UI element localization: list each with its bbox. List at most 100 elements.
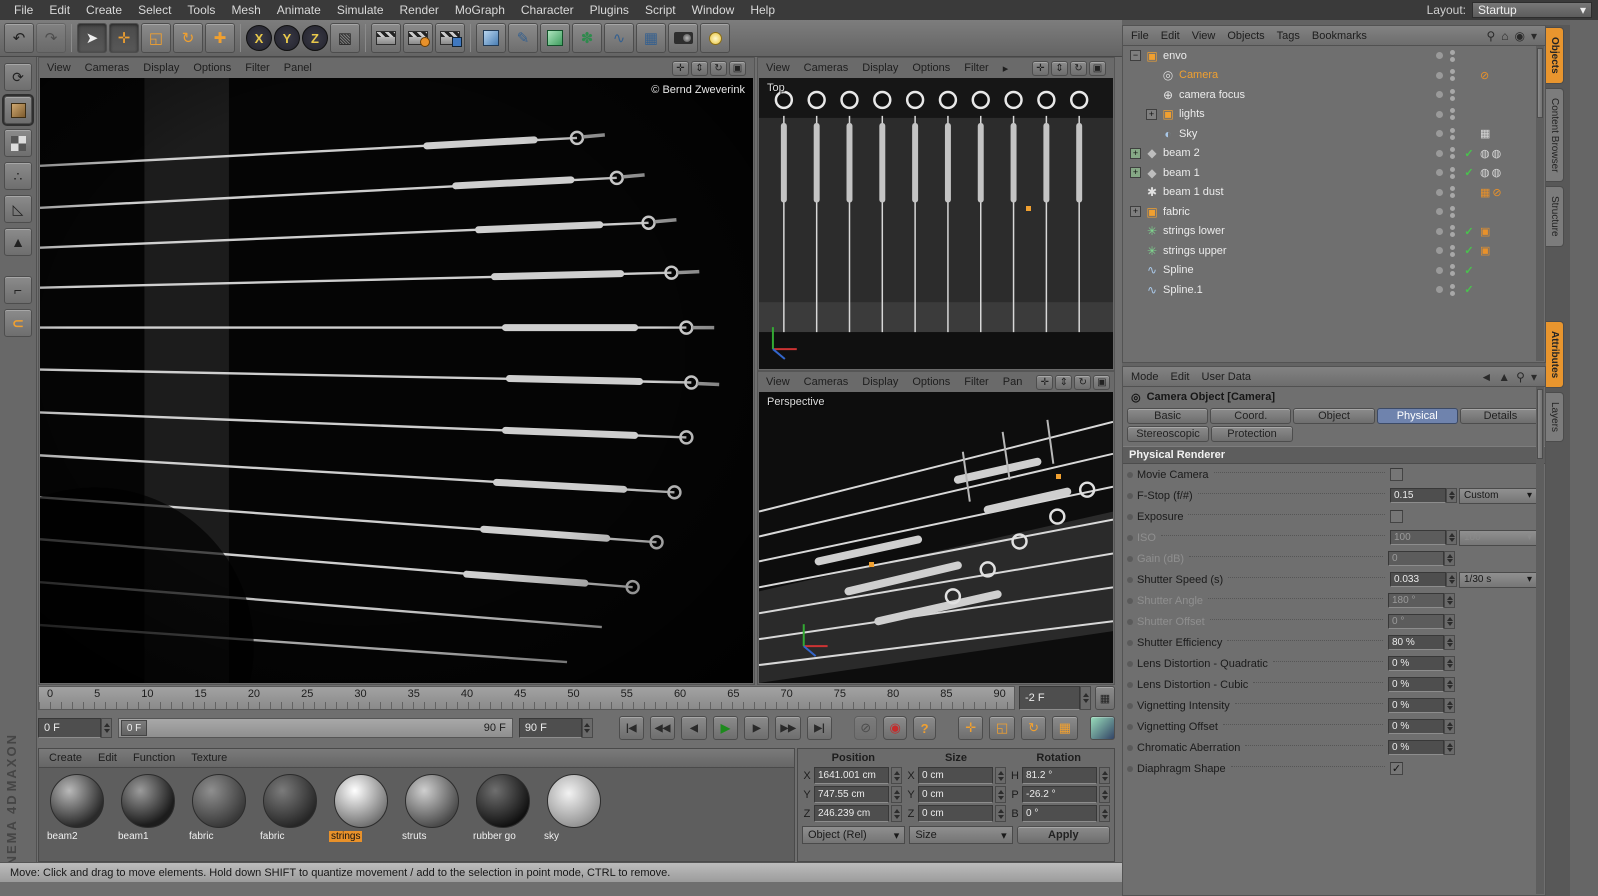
- add-deformer-button[interactable]: ∿: [604, 23, 634, 53]
- add-camera-button[interactable]: [668, 23, 698, 53]
- vp-menu-options[interactable]: Options: [193, 62, 231, 74]
- anim-dot[interactable]: [1127, 598, 1133, 604]
- top-view-canvas[interactable]: Top: [759, 78, 1113, 369]
- object-label[interactable]: Sky: [1179, 128, 1197, 140]
- fstop-field[interactable]: 0.15: [1390, 488, 1446, 503]
- visibility-dots[interactable]: [1446, 284, 1458, 296]
- menu-create[interactable]: Create: [78, 1, 130, 19]
- object-tags[interactable]: ⊘: [1480, 69, 1532, 82]
- menu-script[interactable]: Script: [637, 1, 684, 19]
- object-tags[interactable]: ▦: [1480, 127, 1532, 140]
- stepper[interactable]: [891, 767, 902, 784]
- eye-icon[interactable]: ◉: [1514, 29, 1524, 43]
- anim-dot[interactable]: [1127, 493, 1133, 499]
- stepper[interactable]: [1444, 614, 1455, 629]
- lock-z-button[interactable]: Z: [302, 25, 328, 51]
- object-row-camera[interactable]: ◎ Camera ⊘: [1124, 66, 1536, 86]
- home-icon[interactable]: ⌂: [1501, 29, 1508, 43]
- add-mograph-cloner-button[interactable]: [540, 23, 570, 53]
- am-scrollbar[interactable]: [1536, 387, 1544, 894]
- object-row-fabric[interactable]: + ▣ fabric: [1124, 202, 1536, 222]
- rot-b-field[interactable]: 0 °: [1022, 805, 1097, 822]
- visibility-dots[interactable]: [1446, 264, 1458, 276]
- gain-field[interactable]: 0: [1388, 551, 1444, 566]
- dock-tab-structure[interactable]: Structure: [1546, 186, 1564, 247]
- mat-menu-function[interactable]: Function: [133, 752, 175, 764]
- visibility-dots[interactable]: [1446, 50, 1458, 62]
- coord-mode-dropdown[interactable]: Object (Rel)▾: [802, 826, 905, 844]
- tab-basic[interactable]: Basic: [1127, 408, 1208, 424]
- vp-menu-cameras[interactable]: Cameras: [85, 62, 130, 74]
- visibility-dots[interactable]: [1446, 69, 1458, 81]
- menu-mograph[interactable]: MoGraph: [447, 1, 513, 19]
- anim-dot[interactable]: [1127, 766, 1133, 772]
- material-thumbnail[interactable]: [192, 774, 246, 828]
- undo-button[interactable]: ↶: [4, 23, 34, 53]
- anim-dot[interactable]: [1127, 556, 1133, 562]
- enable-check[interactable]: ✓: [1461, 166, 1477, 179]
- expand-toggle[interactable]: −: [1130, 50, 1141, 61]
- render-picture-viewer-button[interactable]: [435, 23, 465, 53]
- lens-quadratic-field[interactable]: 0 %: [1388, 656, 1444, 671]
- vp-menu-display[interactable]: Display: [862, 376, 898, 388]
- stepper[interactable]: [995, 805, 1006, 822]
- go-to-end-button[interactable]: ▶|: [807, 716, 832, 740]
- vp-menu-options[interactable]: Options: [912, 376, 950, 388]
- rot-h-field[interactable]: 81.2 °: [1022, 767, 1097, 784]
- tab-protection[interactable]: Protection: [1211, 426, 1293, 442]
- menu-select[interactable]: Select: [130, 1, 179, 19]
- timeline-ruler[interactable]: 0 5 10 15 20 25 30 35 40 45 50 55 60 65 …: [38, 686, 1015, 710]
- shutter-offset-field[interactable]: 0 °: [1388, 614, 1444, 629]
- rot-p-field[interactable]: -26.2 °: [1022, 786, 1097, 803]
- pos-y-field[interactable]: 747.55 cm: [814, 786, 889, 803]
- size-y-field[interactable]: 0 cm: [918, 786, 993, 803]
- vp-menu-display[interactable]: Display: [862, 62, 898, 74]
- object-row-beam1[interactable]: + ◆ beam 1 ✓ ◍◍: [1124, 163, 1536, 183]
- om-menu-bookmarks[interactable]: Bookmarks: [1312, 30, 1367, 42]
- expand-toggle[interactable]: +: [1130, 148, 1141, 159]
- object-label[interactable]: beam 2: [1163, 147, 1200, 159]
- panel-options-icon[interactable]: ▾: [1531, 370, 1537, 384]
- render-view-button[interactable]: [371, 23, 401, 53]
- end-frame-field[interactable]: 90 F: [519, 718, 582, 738]
- vp-menu-pan[interactable]: Pan: [1003, 376, 1023, 388]
- edge-mode-button[interactable]: ◺: [4, 195, 32, 223]
- chevron-down-icon[interactable]: ▾: [1531, 29, 1537, 43]
- dock-tab-attributes[interactable]: Attributes: [1546, 321, 1564, 388]
- vp-menu-filter[interactable]: Filter: [245, 62, 269, 74]
- stepper[interactable]: [995, 767, 1006, 784]
- stepper[interactable]: [1444, 656, 1455, 671]
- object-label[interactable]: Camera: [1179, 69, 1218, 81]
- anim-dot[interactable]: [1127, 577, 1133, 583]
- play-button[interactable]: ▶: [713, 716, 738, 740]
- make-editable-button[interactable]: ⟳: [4, 63, 32, 91]
- visibility-dots[interactable]: [1446, 167, 1458, 179]
- layer-dot[interactable]: [1436, 111, 1443, 118]
- anim-dot[interactable]: [1127, 472, 1133, 478]
- menu-mesh[interactable]: Mesh: [223, 1, 268, 19]
- visibility-dots[interactable]: [1446, 128, 1458, 140]
- om-menu-file[interactable]: File: [1131, 30, 1149, 42]
- texture-tag-icons[interactable]: ◍◍: [1480, 166, 1532, 179]
- menu-animate[interactable]: Animate: [269, 1, 329, 19]
- rotate-tool-button[interactable]: ↻: [173, 23, 203, 53]
- tab-details[interactable]: Details: [1460, 408, 1541, 424]
- search-icon[interactable]: ⚲: [1486, 29, 1495, 43]
- visibility-dots[interactable]: [1446, 147, 1458, 159]
- menu-tools[interactable]: Tools: [179, 1, 223, 19]
- vp-menu-panel[interactable]: Panel: [284, 62, 312, 74]
- pos-z-field[interactable]: 246.239 cm: [814, 805, 889, 822]
- material-thumbnail[interactable]: [476, 774, 530, 828]
- mute-animation-button[interactable]: ⊘: [854, 716, 877, 740]
- visibility-dots[interactable]: [1446, 89, 1458, 101]
- frame-offset-stepper[interactable]: [1080, 686, 1091, 710]
- vp-menu-view[interactable]: View: [47, 62, 71, 74]
- main-render-canvas[interactable]: © Bernd Zweverink: [40, 78, 753, 683]
- material-thumbnail[interactable]: [334, 774, 388, 828]
- vp-menu-filter[interactable]: Filter: [964, 62, 988, 74]
- texture-tag-icons[interactable]: ▣: [1480, 225, 1532, 238]
- vp-dolly-icon[interactable]: ⇕: [691, 61, 708, 76]
- stepper[interactable]: [1099, 805, 1110, 822]
- object-label[interactable]: beam 1 dust: [1163, 186, 1224, 198]
- add-effector-button[interactable]: ✽: [572, 23, 602, 53]
